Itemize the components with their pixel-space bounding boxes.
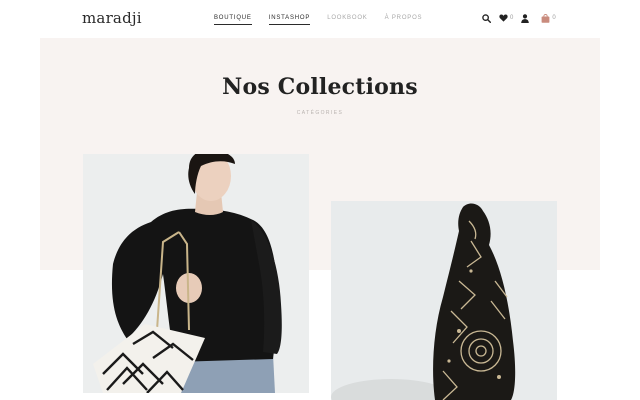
collection-image-scarves[interactable]	[331, 201, 557, 400]
cart-count: 0	[552, 15, 556, 21]
main-nav: BOUTIQUE INSTASHOP LOOKBOOK À PROPOS	[214, 15, 439, 25]
page-title: Nos Collections	[222, 74, 418, 100]
shopping-bag-icon	[541, 13, 550, 23]
brand-logo[interactable]: maradji	[82, 9, 142, 27]
wishlist-button[interactable]: 0	[499, 14, 513, 22]
site-header: maradji BOUTIQUE INSTASHOP LOOKBOOK À PR…	[0, 0, 640, 38]
nav-link-instashop[interactable]: INSTASHOP	[268, 15, 311, 25]
nav-link-lookbook[interactable]: LOOKBOOK	[327, 15, 367, 25]
wishlist-count: 0	[510, 15, 514, 21]
categories-label: CATÉGORIES	[296, 110, 344, 116]
search-icon[interactable]	[482, 13, 491, 23]
collection-image-bags[interactable]	[83, 154, 309, 393]
hanging-scarf-photo	[331, 201, 557, 400]
header-tools: 0 0	[482, 12, 564, 24]
user-icon[interactable]	[521, 13, 530, 23]
nav-link-boutique[interactable]: BOUTIQUE	[214, 15, 252, 25]
cart-button[interactable]: 0	[541, 13, 556, 23]
heart-icon	[499, 14, 508, 22]
woman-with-bag-photo	[83, 154, 309, 393]
nav-link-a-propos[interactable]: À PROPOS	[385, 15, 423, 25]
